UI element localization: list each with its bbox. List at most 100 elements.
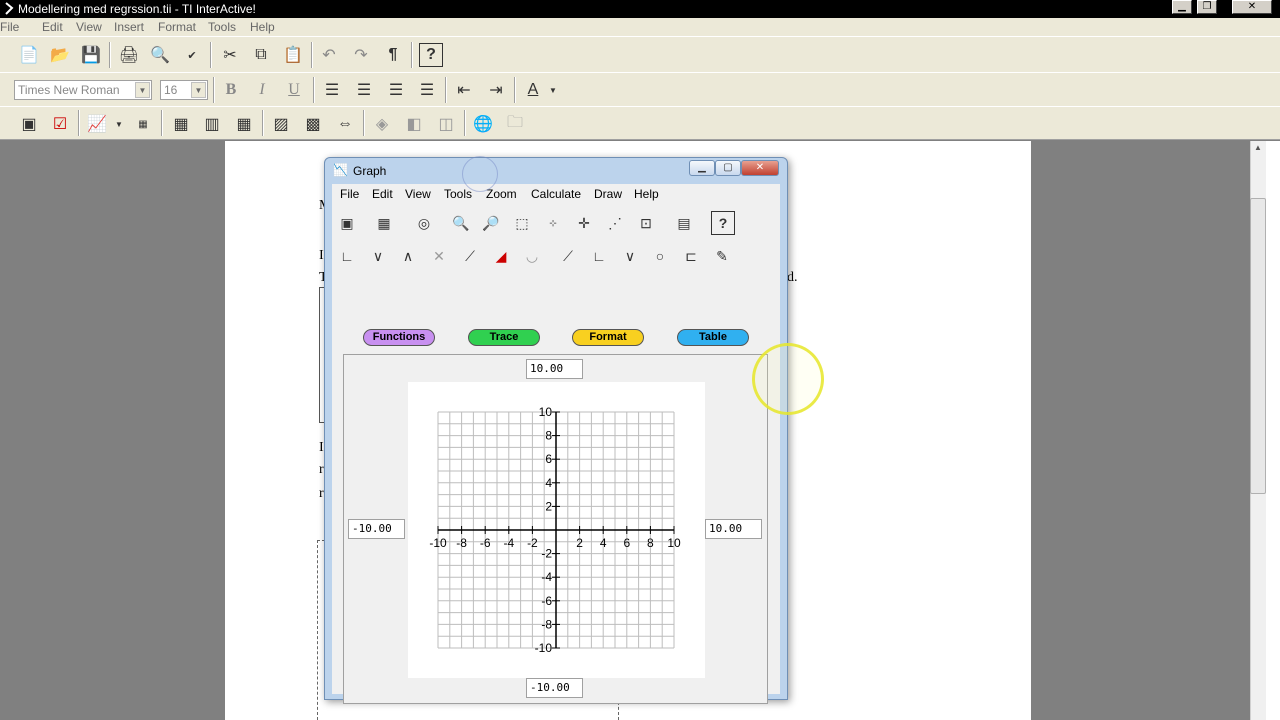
ymax-input[interactable]: 10.00 (526, 359, 583, 379)
graph-close-button[interactable]: ✕ (741, 160, 779, 176)
histogram-icon[interactable]: ▩ (301, 112, 325, 136)
new-document-icon[interactable]: 📄 (17, 43, 41, 67)
matrix-icon[interactable]: ▥ (200, 112, 224, 136)
scroll-up-icon[interactable]: ▲ (1254, 143, 1262, 152)
increase-indent-icon[interactable]: ⇥ (484, 78, 508, 102)
decrease-indent-icon[interactable]: ⇤ (452, 78, 476, 102)
circle-icon[interactable]: ○ (648, 244, 672, 268)
menu-help[interactable]: Help (250, 20, 275, 34)
check-icon[interactable]: ☑ (48, 112, 72, 136)
xmin-input[interactable]: -10.00 (348, 519, 405, 539)
menu-format[interactable]: Format (158, 20, 196, 34)
align-left-icon[interactable]: ☰ (320, 78, 344, 102)
area-between-icon[interactable]: ◡ (520, 244, 544, 268)
graph-menu-calculate[interactable]: Calculate (531, 187, 581, 201)
italic-icon[interactable]: I (250, 78, 274, 102)
graph-colors-icon[interactable]: ◎ (412, 211, 436, 235)
graph-minimize-button[interactable]: ▁ (689, 160, 715, 176)
undo-icon[interactable]: ↶ (317, 43, 341, 67)
graph-menu-help[interactable]: Help (634, 187, 659, 201)
save-icon[interactable]: 💾 (79, 43, 103, 67)
graph-icon[interactable]: 📈 (85, 112, 109, 136)
ymin-input[interactable]: -10.00 (526, 678, 583, 698)
axes-icon[interactable]: ✛ (572, 211, 596, 235)
paragraph-mark-icon[interactable]: ¶ (381, 43, 405, 67)
spellcheck-icon[interactable]: ✔ (180, 43, 204, 67)
graph-title-bar[interactable]: 📉 Graph ▁ ▢ ✕ (325, 158, 787, 184)
graph-menu-view[interactable]: View (405, 187, 431, 201)
font-size-combo[interactable]: 16 ▼ (160, 80, 208, 100)
chevron-down-icon[interactable]: ▼ (112, 112, 126, 136)
menu-insert[interactable]: Insert (114, 20, 144, 34)
draw-line-icon[interactable]: ∟ (335, 244, 359, 268)
restore-button[interactable]: ❐ (1197, 0, 1217, 14)
close-button[interactable]: ✕ (1232, 0, 1272, 14)
graph-menu-edit[interactable]: Edit (372, 187, 393, 201)
minimize-button[interactable]: ▁ (1172, 0, 1192, 14)
copy-icon[interactable]: ⧉ (249, 43, 273, 67)
graph-menu-draw[interactable]: Draw (594, 187, 622, 201)
xy-table-icon[interactable]: ▦ (131, 112, 155, 136)
align-right-icon[interactable]: ☰ (384, 78, 408, 102)
graph-menu-file[interactable]: File (340, 187, 359, 201)
functions-button[interactable]: Functions (363, 329, 435, 346)
derivative-icon[interactable]: ⟋ (458, 244, 482, 268)
table-button[interactable]: Table (677, 329, 749, 346)
font-color-icon[interactable]: A (521, 78, 545, 102)
print-icon[interactable]: 🖨 (117, 43, 141, 67)
plot-area[interactable]: -10 -8 -6 -4 -2 2 4 6 8 10 10 8 6 4 2 -2 -4 -6 -8 -10 (408, 382, 705, 678)
menu-edit[interactable]: Edit (42, 20, 63, 34)
horizontal-line-icon[interactable]: ⊏ (679, 244, 703, 268)
transfer-icon[interactable]: ⇔ (333, 112, 357, 136)
chevron-down-icon[interactable]: ▼ (546, 78, 560, 102)
pencil-icon[interactable]: ✎ (710, 244, 734, 268)
cut-icon[interactable]: ✂ (218, 43, 242, 67)
graph-film-icon[interactable]: ▦ (372, 211, 396, 235)
data-editor-icon[interactable]: ▦ (169, 112, 193, 136)
graph-menu-zoom[interactable]: Zoom (486, 187, 517, 201)
folder-icon[interactable]: 🗀 (503, 112, 527, 136)
print-preview-icon[interactable]: 🔍 (148, 43, 172, 67)
zoom-data-icon[interactable]: ⋰ (603, 211, 627, 235)
chevron-down-icon[interactable]: ▼ (135, 82, 150, 98)
graph-maximize-button[interactable]: ▢ (715, 160, 741, 176)
minimum-icon[interactable]: ∨ (366, 244, 390, 268)
graph-window[interactable]: 📉 Graph ▁ ▢ ✕ File Edit View Tools Zoom … (324, 157, 788, 704)
maximum-icon[interactable]: ∧ (396, 244, 420, 268)
disabled-tool-icon[interactable]: ◧ (402, 112, 426, 136)
calculator-icon[interactable]: ▤ (672, 211, 696, 235)
underline-icon[interactable]: U (282, 78, 306, 102)
graph-help-icon[interactable]: ? (711, 211, 735, 235)
disabled-tool-icon[interactable]: ◫ (434, 112, 458, 136)
justify-icon[interactable]: ☰ (415, 78, 439, 102)
tangent-icon[interactable]: ⟋ (556, 244, 580, 268)
graph-menu-tools[interactable]: Tools (444, 187, 472, 201)
paste-icon[interactable]: 📋 (281, 43, 305, 67)
vertical-line-icon[interactable]: ∟ (587, 244, 611, 268)
scrollbar-thumb[interactable] (1250, 198, 1266, 494)
trace-button[interactable]: Trace (468, 329, 540, 346)
redo-icon[interactable]: ↷ (349, 43, 373, 67)
open-folder-icon[interactable]: 📂 (48, 43, 72, 67)
disabled-tool-icon[interactable]: ◈ (370, 112, 394, 136)
format-button[interactable]: Format (572, 329, 644, 346)
insert-math-box-icon[interactable]: ▣ (17, 112, 41, 136)
zoom-standard-icon[interactable]: ⊹ (541, 211, 565, 235)
zoom-fit-icon[interactable]: ⊡ (634, 211, 658, 235)
table-icon[interactable]: ▦ (232, 112, 256, 136)
zoom-in-icon[interactable]: 🔍 (449, 211, 473, 235)
bold-icon[interactable]: B (219, 78, 243, 102)
font-family-combo[interactable]: Times New Roman ▼ (14, 80, 152, 100)
menu-view[interactable]: View (76, 20, 102, 34)
help-icon[interactable]: ? (419, 43, 443, 67)
zoom-out-icon[interactable]: 🔎 (479, 211, 503, 235)
chevron-down-icon[interactable]: ▼ (191, 82, 206, 98)
graph-copy-icon[interactable]: ▣ (335, 211, 359, 235)
inflection-icon[interactable]: ∨ (618, 244, 642, 268)
zoom-box-icon[interactable]: ⬚ (510, 211, 534, 235)
globe-icon[interactable]: 🌐 (471, 112, 495, 136)
menu-tools[interactable]: Tools (208, 20, 236, 34)
integral-icon[interactable]: ◢ (489, 244, 513, 268)
xmax-input[interactable]: 10.00 (705, 519, 762, 539)
menu-file[interactable]: File (0, 20, 19, 34)
